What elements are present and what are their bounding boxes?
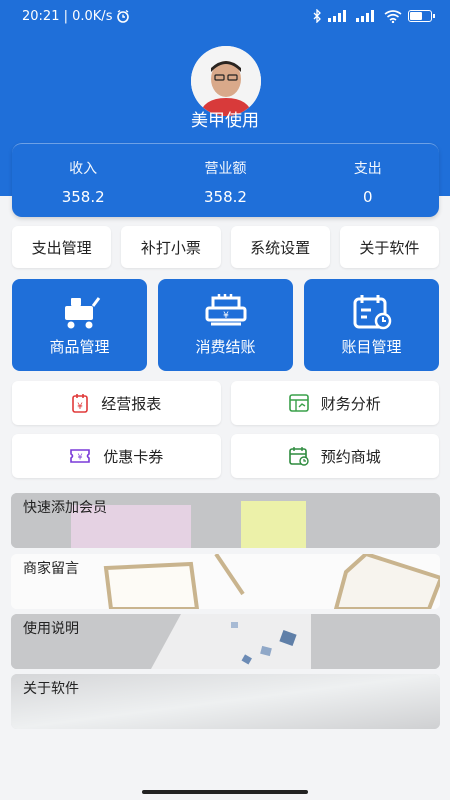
reprint-receipt-button[interactable]: 补打小票 (121, 226, 221, 268)
system-settings-button[interactable]: 系统设置 (230, 226, 330, 268)
report-icon: ¥ (72, 394, 89, 413)
account-management-label: 账目管理 (341, 337, 402, 356)
grid-row-1: ¥ 经营报表 财务分析 (12, 381, 439, 425)
banner-title: 使用说明 (23, 621, 79, 637)
signal-icon (328, 10, 346, 22)
booking-mall-label: 预约商城 (320, 447, 381, 466)
quick-actions: 支出管理 补打小票 系统设置 关于软件 (12, 226, 439, 268)
banner-instructions[interactable]: 使用说明 (11, 614, 440, 669)
banner-add-member[interactable]: 快速添加会员 (11, 493, 440, 548)
grid-row-2: ¥ 优惠卡券 预约商城 (12, 434, 439, 478)
stat-value: 0 (363, 188, 373, 206)
stat-value: 358.2 (204, 188, 247, 206)
stat-label: 支出 (353, 161, 382, 177)
banner-about-software[interactable]: 关于软件 (11, 674, 440, 729)
cart-icon (64, 296, 100, 328)
banner-title: 关于软件 (23, 681, 79, 697)
expense-management-button[interactable]: 支出管理 (12, 226, 112, 268)
financial-analysis-button[interactable]: 财务分析 (230, 381, 439, 425)
banner-merchant-message[interactable]: 商家留言 (11, 554, 440, 609)
booking-mall-button[interactable]: 预约商城 (230, 434, 439, 478)
account-management-button[interactable]: 账目管理 (304, 279, 439, 371)
analysis-icon (288, 394, 309, 412)
business-report-label: 经营报表 (101, 394, 162, 413)
status-bar: 20:21 | 0.0K/s (0, 0, 450, 32)
coupon-icon: ¥ (70, 449, 91, 463)
calendar-icon (353, 294, 391, 329)
business-report-button[interactable]: ¥ 经营报表 (12, 381, 221, 425)
financial-analysis-label: 财务分析 (320, 394, 381, 413)
checkout-icon: ¥ (205, 293, 246, 325)
product-management-button[interactable]: 商品管理 (12, 279, 147, 371)
username: 美甲使用 (191, 111, 259, 131)
booking-icon (288, 447, 309, 466)
consumption-checkout-label: 消费结账 (195, 337, 256, 356)
stat-expense: 支出 0 (297, 144, 439, 217)
main-functions: 商品管理 ¥ 消费结账 账目管理 (12, 279, 439, 371)
stat-label: 收入 (69, 161, 98, 177)
battery-icon (408, 10, 435, 22)
stat-income: 收入 358.2 (12, 144, 154, 217)
about-software-button[interactable]: 关于软件 (339, 226, 439, 268)
svg-text:¥: ¥ (78, 453, 83, 462)
consumption-checkout-button[interactable]: ¥ 消费结账 (158, 279, 293, 371)
banner-title: 快速添加会员 (23, 500, 107, 516)
svg-text:¥: ¥ (223, 311, 229, 321)
stats-card: 收入 358.2 营业额 358.2 支出 0 (12, 143, 439, 217)
coupon-label: 优惠卡券 (103, 447, 164, 466)
svg-text:¥: ¥ (77, 402, 83, 412)
stat-value: 358.2 (61, 188, 105, 206)
product-management-label: 商品管理 (49, 337, 110, 356)
signal-icon (356, 10, 374, 22)
bluetooth-icon (313, 9, 321, 23)
wifi-icon (384, 9, 402, 23)
stat-label: 营业额 (204, 161, 247, 177)
coupon-button[interactable]: ¥ 优惠卡券 (12, 434, 221, 478)
alarm-clock-icon (117, 9, 130, 23)
banner-title: 商家留言 (23, 561, 79, 577)
status-time: 20:21 | 0.0K/s (22, 8, 113, 24)
home-indicator[interactable] (142, 790, 308, 794)
stat-revenue: 营业额 358.2 (154, 144, 296, 217)
